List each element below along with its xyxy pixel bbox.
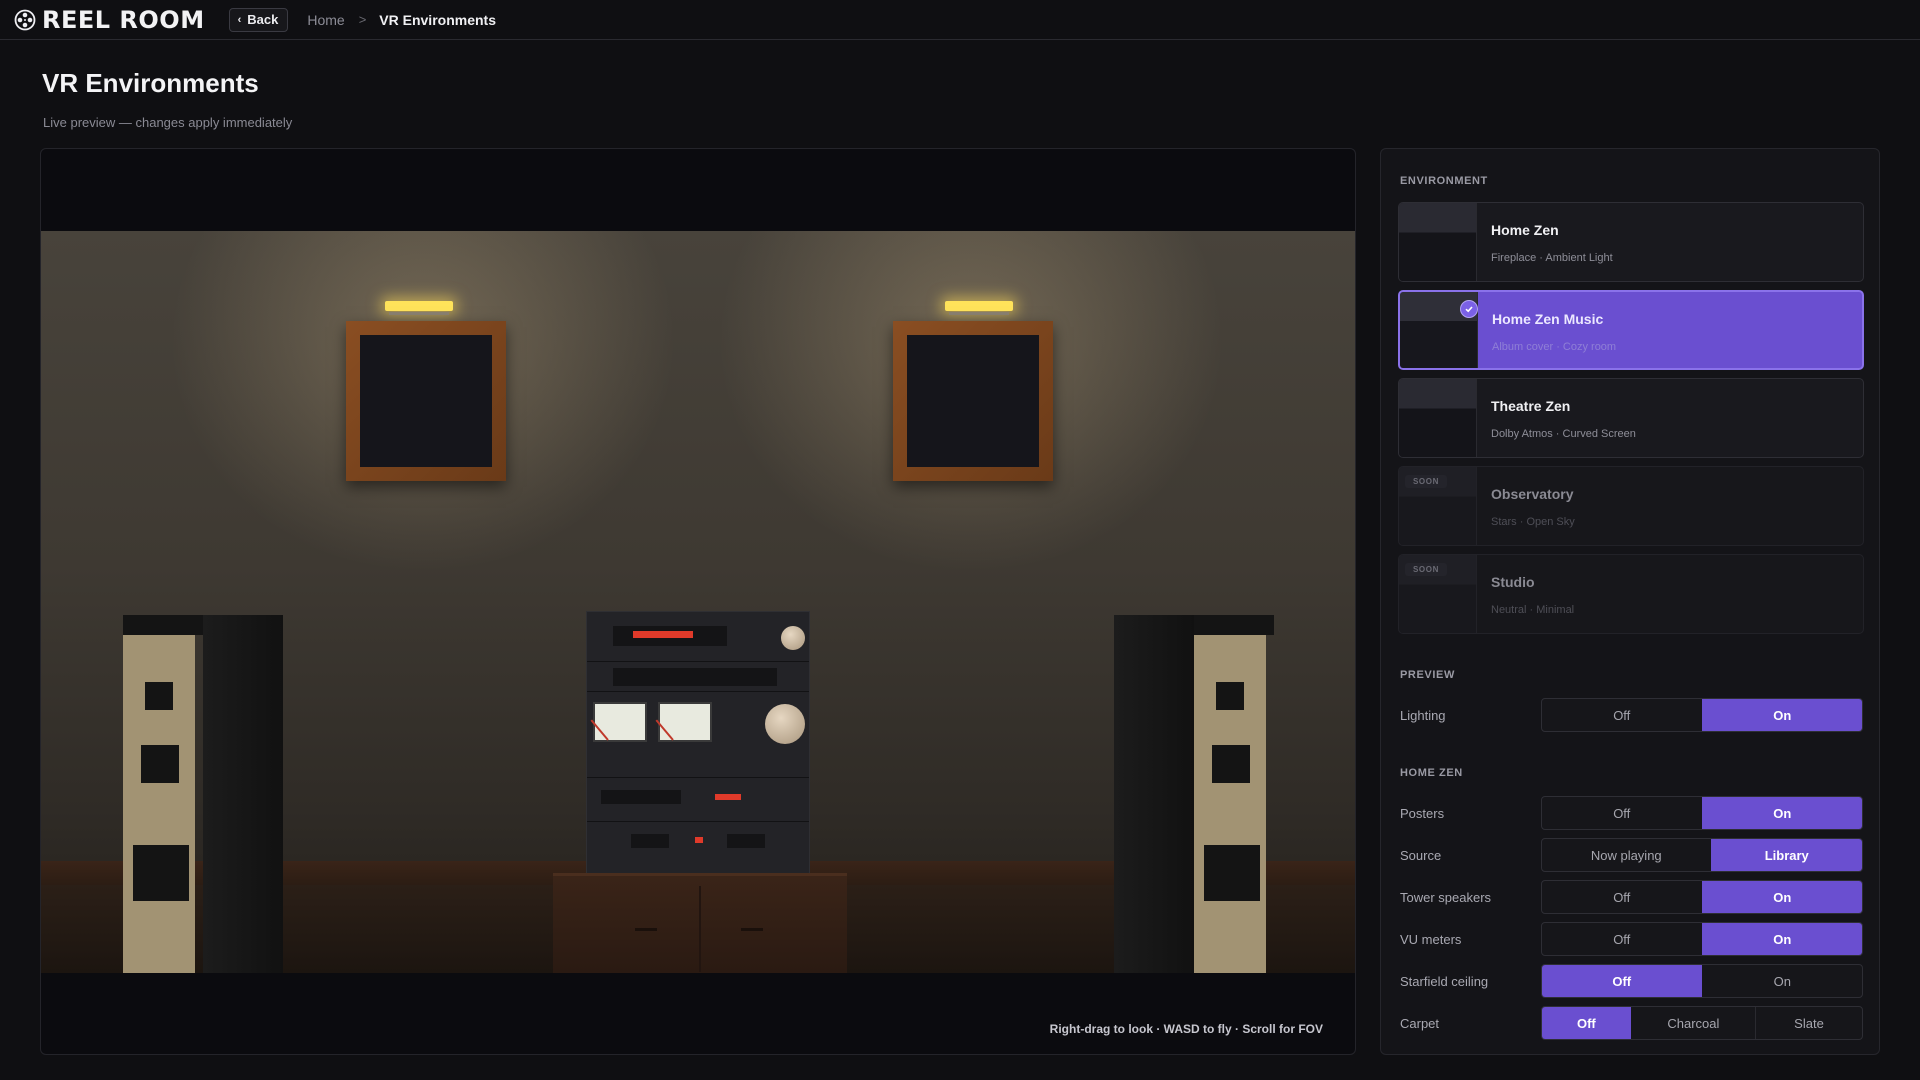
room-scene: [41, 231, 1355, 973]
vu-meter-unit: [587, 692, 809, 778]
poster-frame-left: [346, 321, 506, 481]
woofer: [133, 845, 189, 901]
woofer: [1204, 845, 1260, 901]
lighting-on-option[interactable]: On: [1701, 699, 1862, 731]
back-button[interactable]: ‹ Back: [228, 7, 289, 32]
env-name: Home Zen Music: [1492, 311, 1604, 327]
amp-unit: [587, 822, 809, 874]
source-now-playing-option[interactable]: Now playing: [1542, 839, 1711, 871]
env-card-home-zen[interactable]: Home Zen Fireplace · Ambient Light: [1398, 202, 1864, 282]
carpet-slate-option[interactable]: Slate: [1755, 1007, 1862, 1039]
env-description: Fireplace · Ambient Light: [1491, 252, 1613, 264]
midrange-driver: [141, 745, 179, 783]
env-description: Neutral · Minimal: [1491, 604, 1575, 616]
breadcrumb-current: VR Environments: [379, 11, 496, 28]
vu-meter-left: [593, 702, 647, 742]
tower-speakers-on-option[interactable]: On: [1701, 881, 1862, 913]
env-card-studio: SOON Studio Neutral · Minimal: [1398, 554, 1864, 634]
env-card-home-zen-music[interactable]: Home Zen Music Album cover · Cozy room: [1398, 290, 1864, 370]
breadcrumb-home[interactable]: Home: [307, 12, 344, 28]
logo[interactable]: REEL ROOM: [14, 6, 205, 34]
env-card-observatory: SOON Observatory Stars · Open Sky: [1398, 466, 1864, 546]
env-name: Theatre Zen: [1491, 398, 1571, 414]
vu-meters-toggle: Off On: [1541, 922, 1863, 956]
env-description: Album cover · Cozy room: [1492, 341, 1617, 353]
drawer-handle: [635, 928, 657, 931]
breadcrumb: Home > VR Environments: [307, 12, 496, 28]
setting-label-tower-speakers: Tower speakers: [1400, 890, 1492, 905]
preamp-unit: [587, 662, 809, 692]
environment-section-label: ENVIRONMENT: [1400, 175, 1488, 187]
tuner-unit: [587, 612, 809, 662]
setting-label-lighting: Lighting: [1400, 708, 1446, 723]
env-name: Studio: [1491, 574, 1535, 590]
env-thumbnail: [1399, 203, 1477, 281]
setting-label-source: Source: [1400, 848, 1442, 863]
chevron-left-icon: ‹: [237, 13, 242, 26]
tower-speakers-toggle: Off On: [1541, 880, 1863, 914]
tower-speaker-left: [123, 615, 283, 973]
hifi-rack: [586, 611, 810, 874]
checkmark-icon: [1460, 300, 1478, 318]
deck-unit: [587, 778, 809, 822]
setting-label-posters: Posters: [1400, 806, 1445, 821]
top-bar: REEL ROOM ‹ Back Home > VR Environments: [0, 0, 1920, 40]
env-thumbnail: [1399, 379, 1477, 457]
drawer-handle: [741, 928, 763, 931]
tuning-knob: [781, 626, 805, 650]
home-zen-section-label: HOME ZEN: [1400, 767, 1463, 779]
vu-meters-on-option[interactable]: On: [1701, 923, 1862, 955]
page-title: VR Environments: [42, 68, 259, 98]
picture-lamp-right: [945, 301, 1013, 315]
starfield-off-option[interactable]: Off: [1542, 965, 1702, 997]
lighting-off-option[interactable]: Off: [1542, 699, 1702, 731]
vr-preview-viewport[interactable]: Right-drag to look · WASD to fly · Scrol…: [40, 148, 1356, 1055]
source-library-option[interactable]: Library: [1710, 839, 1862, 871]
posters-off-option[interactable]: Off: [1542, 797, 1702, 829]
back-label: Back: [247, 12, 279, 27]
preview-section-label: PREVIEW: [1400, 669, 1455, 681]
setting-label-vu-meters: VU meters: [1400, 932, 1462, 947]
posters-toggle: Off On: [1541, 796, 1863, 830]
midrange-driver: [1212, 745, 1250, 783]
starfield-on-option[interactable]: On: [1702, 965, 1863, 997]
page-subtitle: Live preview — changes apply immediately: [43, 115, 293, 130]
setting-label-starfield-ceiling: Starfield ceiling: [1400, 974, 1489, 989]
tower-speaker-right: [1114, 615, 1274, 973]
settings-panel: ENVIRONMENT Home Zen Fireplace · Ambient…: [1380, 148, 1880, 1055]
posters-on-option[interactable]: On: [1701, 797, 1862, 829]
poster-right: [907, 335, 1039, 467]
lighting-toggle: Off On: [1541, 698, 1863, 732]
volume-knob: [765, 704, 805, 744]
env-name: Home Zen: [1491, 222, 1559, 238]
vu-meter-right: [658, 702, 712, 742]
env-description: Dolby Atmos · Curved Screen: [1491, 428, 1636, 440]
vu-meters-off-option[interactable]: Off: [1542, 923, 1702, 955]
carpet-toggle: Off Charcoal Slate: [1541, 1006, 1863, 1040]
controls-hint: Right-drag to look · WASD to fly · Scrol…: [1049, 1022, 1323, 1036]
setting-label-carpet: Carpet: [1400, 1016, 1440, 1031]
film-reel-icon: [14, 9, 36, 30]
app-name: REEL ROOM: [42, 5, 205, 34]
tower-speakers-off-option[interactable]: Off: [1542, 881, 1702, 913]
tweeter: [145, 682, 173, 710]
poster-left: [360, 335, 492, 467]
env-card-theatre-zen[interactable]: Theatre Zen Dolby Atmos · Curved Screen: [1398, 378, 1864, 458]
carpet-charcoal-option[interactable]: Charcoal: [1631, 1007, 1755, 1039]
media-console: [553, 873, 847, 973]
env-name: Observatory: [1491, 486, 1574, 502]
soon-badge: SOON: [1405, 475, 1447, 488]
source-toggle: Now playing Library: [1541, 838, 1863, 872]
breadcrumb-separator: >: [358, 12, 367, 27]
poster-frame-right: [893, 321, 1053, 481]
soon-badge: SOON: [1405, 563, 1447, 576]
tweeter: [1216, 682, 1244, 710]
picture-lamp-left: [385, 301, 453, 315]
starfield-ceiling-toggle: Off On: [1541, 964, 1863, 998]
carpet-off-option[interactable]: Off: [1542, 1007, 1631, 1039]
env-description: Stars · Open Sky: [1491, 516, 1575, 528]
